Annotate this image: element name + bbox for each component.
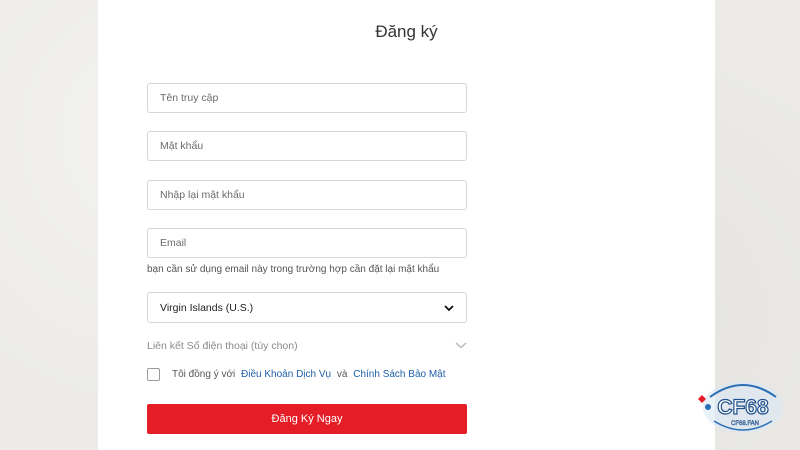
country-select-value: Virgin Islands (U.S.) — [160, 301, 254, 314]
terms-agreement-text: Tôi đồng ý với Điều Khoản Dịch Vụ và Chí… — [172, 369, 449, 380]
chevron-down-icon — [455, 340, 467, 352]
privacy-link[interactable]: Chính Sách Bảo Mật — [353, 369, 445, 380]
terms-agreement-row: Tôi đồng ý với Điều Khoản Dịch Vụ và Chí… — [147, 365, 449, 383]
confirm-password-input[interactable] — [147, 180, 467, 210]
phone-link-toggle[interactable]: Liên kết Số điện thoại (tùy chọn) — [147, 337, 467, 355]
username-input[interactable] — [147, 83, 467, 113]
cf68-logo: CF68 CF68.FAN — [688, 377, 788, 441]
page-title: Đăng ký — [375, 22, 438, 41]
agree-and: và — [336, 368, 348, 380]
email-input[interactable] — [147, 228, 467, 258]
register-submit-button[interactable]: Đăng Ký Ngay — [147, 404, 467, 434]
chevron-down-icon — [444, 304, 454, 312]
agree-prefix: Tôi đồng ý với — [172, 368, 236, 380]
country-select[interactable]: Virgin Islands (U.S.) — [147, 292, 467, 323]
phone-link-label: Liên kết Số điện thoại (tùy chọn) — [147, 340, 298, 352]
terms-link[interactable]: Điều Khoản Dịch Vụ — [241, 369, 331, 380]
svg-text:CF68.FAN: CF68.FAN — [731, 421, 759, 427]
email-hint: bạn cần sử dụng email này trong trường h… — [147, 264, 440, 275]
svg-text:CF68: CF68 — [717, 396, 769, 419]
password-input[interactable] — [147, 131, 467, 161]
terms-checkbox[interactable] — [147, 367, 160, 381]
